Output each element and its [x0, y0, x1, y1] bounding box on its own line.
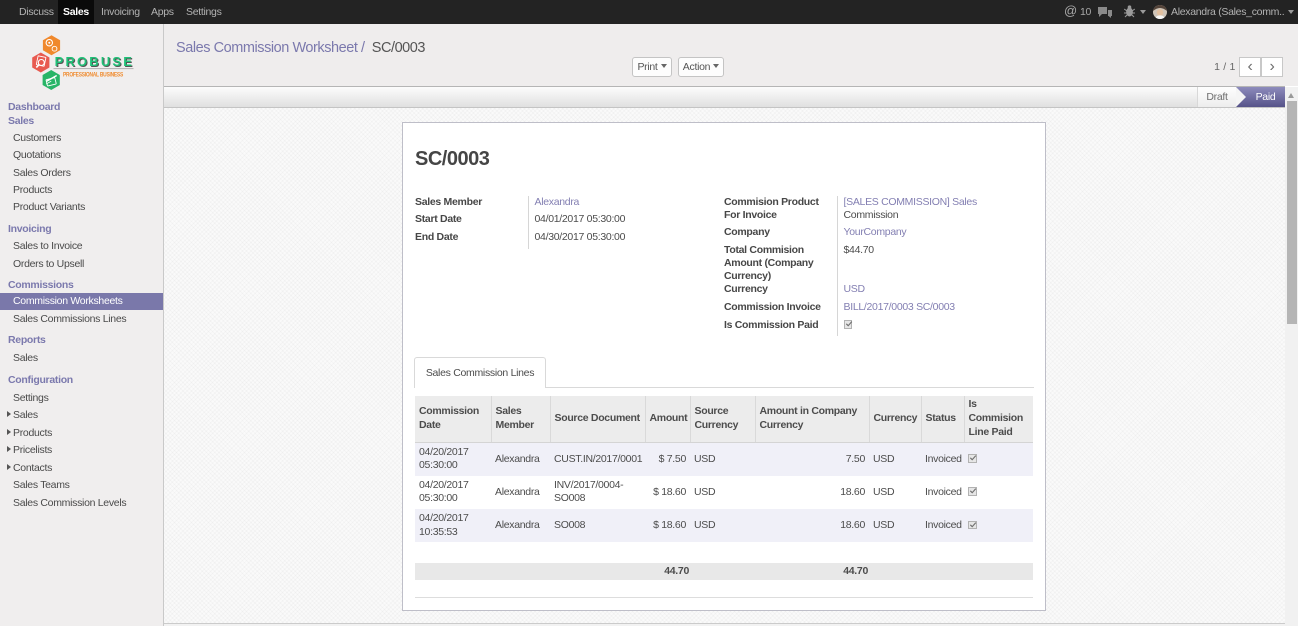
svg-text:PROBUSE: PROBUSE	[55, 54, 133, 69]
svg-text:PROFESSIONAL BUSINESS: PROFESSIONAL BUSINESS	[63, 71, 123, 78]
